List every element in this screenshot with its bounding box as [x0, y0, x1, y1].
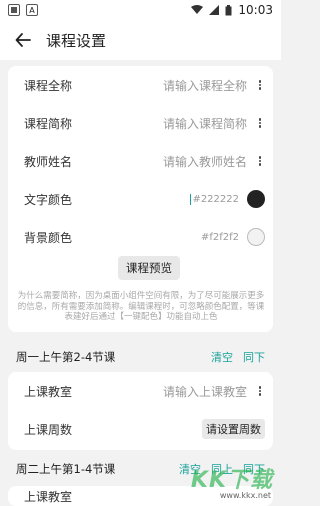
notification-icon — [8, 4, 20, 16]
app-bar: 课程设置 — [0, 20, 281, 60]
lesson-header: 周一上午第2-4节课 清空 同下 — [8, 340, 273, 374]
lesson-title: 周一上午第2-4节课 — [16, 350, 116, 364]
text-color-label: 文字颜色 — [24, 192, 73, 207]
watermark-url: www.kkx.net — [219, 491, 271, 500]
course-preview-button[interactable]: 课程预览 — [118, 256, 180, 280]
battery-icon — [225, 4, 232, 15]
text-a-icon: A — [26, 4, 38, 16]
page-title: 课程设置 — [46, 31, 107, 50]
bg-color-swatch[interactable] — [247, 228, 265, 246]
more-icon[interactable] — [255, 116, 265, 130]
text-color-row[interactable]: 文字颜色 #222222 — [8, 180, 273, 218]
course-full-name-input[interactable]: 请输入课程全称 — [163, 77, 247, 94]
status-right: 10:03 — [191, 3, 273, 17]
lesson-title: 周二上午第1-4节课 — [16, 462, 116, 476]
more-icon[interactable] — [255, 384, 265, 398]
course-full-name-row[interactable]: 课程全称 请输入课程全称 — [8, 66, 273, 104]
classroom-input[interactable]: 请输入上课教室 — [163, 383, 247, 400]
signal-icon — [209, 5, 220, 15]
status-time: 10:03 — [238, 3, 273, 17]
teacher-name-label: 教师姓名 — [24, 154, 73, 169]
text-color-swatch[interactable] — [247, 190, 265, 208]
text-color-input[interactable]: #222222 — [190, 193, 239, 205]
watermark-logo: KK下载 — [190, 468, 273, 493]
status-bar: A 10:03 — [0, 0, 281, 20]
more-icon[interactable] — [255, 78, 265, 92]
classroom-label: 上课教室 — [24, 384, 73, 399]
bg-color-label: 背景颜色 — [24, 230, 73, 245]
back-button[interactable] — [10, 27, 36, 53]
clear-button[interactable]: 清空 — [211, 349, 233, 365]
course-short-name-label: 课程简称 — [24, 116, 73, 131]
back-arrow-icon — [15, 33, 31, 47]
more-icon[interactable] — [255, 154, 265, 168]
teacher-name-input[interactable]: 请输入教师姓名 — [163, 153, 247, 170]
lesson-card: 上课教室 请输入上课教室 上课周数 请设置周数 — [8, 372, 273, 450]
course-short-name-input[interactable]: 请输入课程简称 — [163, 115, 247, 132]
weeks-label: 上课周数 — [24, 422, 73, 437]
same-as-below-button[interactable]: 同下 — [243, 349, 265, 365]
course-full-name-label: 课程全称 — [24, 78, 73, 93]
teacher-name-row[interactable]: 教师姓名 请输入教师姓名 — [8, 142, 273, 180]
set-weeks-button[interactable]: 请设置周数 — [202, 419, 265, 439]
weeks-row[interactable]: 上课周数 请设置周数 — [8, 410, 273, 448]
bg-color-input[interactable]: #f2f2f2 — [201, 232, 239, 243]
course-settings-card: 课程全称 请输入课程全称 课程简称 请输入课程简称 教师姓名 请输入教师姓名 文… — [8, 66, 273, 332]
status-left: A — [8, 4, 38, 16]
bg-color-row[interactable]: 背景颜色 #f2f2f2 — [8, 218, 273, 256]
classroom-row[interactable]: 上课教室 请输入上课教室 — [8, 372, 273, 410]
wifi-icon — [191, 5, 204, 14]
course-short-name-row[interactable]: 课程简称 请输入课程简称 — [8, 104, 273, 142]
hint-text: 为什么需要简称，因为桌面小组件空间有限，为了尽可能展示更多的信息，所有需要添加简… — [17, 291, 265, 322]
